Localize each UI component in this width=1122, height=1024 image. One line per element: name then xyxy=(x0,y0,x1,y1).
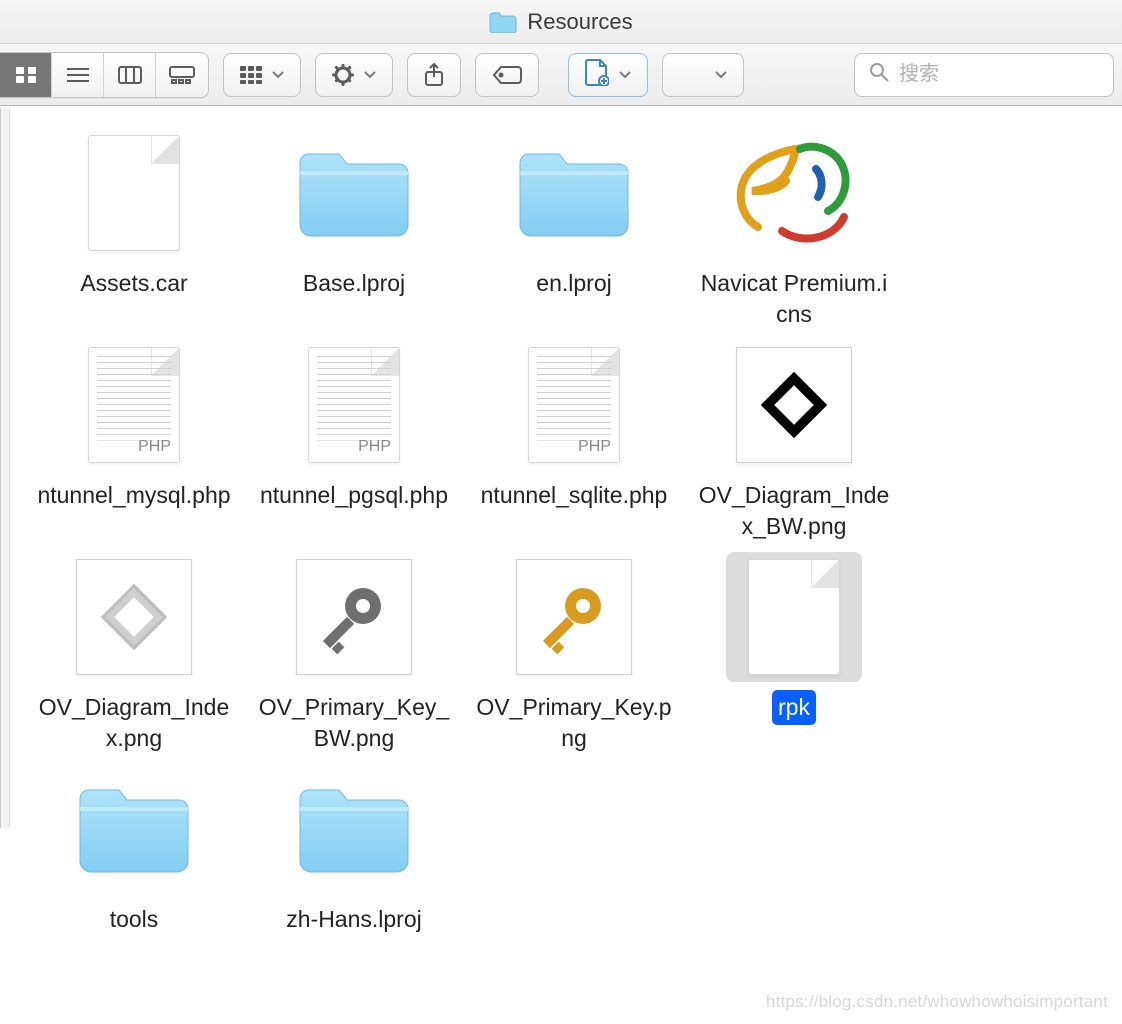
window-titlebar: Resources xyxy=(0,0,1122,44)
image-thumbnail xyxy=(296,559,412,675)
file-item[interactable]: OV_Diagram_Index.png xyxy=(24,552,244,756)
file-icon-box: PHP xyxy=(66,340,202,470)
list-view-button[interactable] xyxy=(52,53,104,97)
arrange-button[interactable] xyxy=(223,53,301,97)
file-label: Navicat Premium.icns xyxy=(689,266,899,332)
file-item[interactable]: en.lproj xyxy=(464,128,684,332)
file-icon-box: PHP xyxy=(286,340,422,470)
file-item[interactable]: Assets.car xyxy=(24,128,244,332)
image-thumbnail xyxy=(516,559,632,675)
file-icon-box xyxy=(286,128,422,258)
file-icon-box: PHP xyxy=(506,340,642,470)
folder-icon xyxy=(294,777,414,882)
file-item[interactable]: OV_Primary_Key_BW.png xyxy=(244,552,464,756)
action-menu-button[interactable] xyxy=(315,53,393,97)
icon-grid: Assets.car Base.lproj en.lproj Navicat P… xyxy=(10,106,1122,1024)
file-label: Base.lproj xyxy=(297,266,411,301)
view-mode-group xyxy=(0,52,209,98)
php-file-icon: PHP xyxy=(308,347,400,463)
generic-file-icon xyxy=(88,135,180,251)
gallery-view-button[interactable] xyxy=(156,53,208,97)
file-label: Assets.car xyxy=(74,266,193,301)
file-label: ntunnel_pgsql.php xyxy=(254,478,454,513)
chevron-down-icon xyxy=(619,66,631,84)
search-input[interactable] xyxy=(899,63,1099,86)
sidebar-handle[interactable] xyxy=(0,108,10,828)
dropdown-button[interactable] xyxy=(662,53,744,97)
new-document-button[interactable] xyxy=(568,53,648,97)
share-button[interactable] xyxy=(407,53,461,97)
file-item[interactable]: PHP ntunnel_pgsql.php xyxy=(244,340,464,544)
file-icon-box xyxy=(66,552,202,682)
file-label: en.lproj xyxy=(530,266,617,301)
icon-view-button[interactable] xyxy=(0,53,52,97)
file-item[interactable]: tools xyxy=(24,764,244,937)
window-title: Resources xyxy=(527,9,632,35)
file-icon-box xyxy=(726,128,862,258)
watermark-text: https://blog.csdn.net/whowhowhoisimporta… xyxy=(766,992,1108,1012)
file-label: zh-Hans.lproj xyxy=(280,902,428,937)
navicat-icon xyxy=(730,135,858,251)
file-icon-box xyxy=(66,128,202,258)
toolbar xyxy=(0,44,1122,106)
image-thumbnail xyxy=(736,347,852,463)
file-icon-box xyxy=(506,552,642,682)
search-icon xyxy=(869,62,889,87)
folder-icon xyxy=(489,11,517,33)
file-icon-box xyxy=(286,552,422,682)
file-item[interactable]: Navicat Premium.icns xyxy=(684,128,904,332)
php-file-icon: PHP xyxy=(88,347,180,463)
file-item[interactable]: rpk xyxy=(684,552,904,756)
file-icon-box xyxy=(506,128,642,258)
file-item[interactable]: OV_Primary_Key.png xyxy=(464,552,684,756)
file-item[interactable]: PHP ntunnel_mysql.php xyxy=(24,340,244,544)
file-icon-box xyxy=(726,552,862,682)
file-label: ntunnel_mysql.php xyxy=(31,478,236,513)
folder-icon xyxy=(514,141,634,246)
folder-icon xyxy=(74,777,194,882)
php-file-icon: PHP xyxy=(528,347,620,463)
file-item[interactable]: PHP ntunnel_sqlite.php xyxy=(464,340,684,544)
tag-button[interactable] xyxy=(475,53,539,97)
file-icon-box xyxy=(66,764,202,894)
chevron-down-icon xyxy=(715,66,727,84)
file-item[interactable]: zh-Hans.lproj xyxy=(244,764,464,937)
file-label: OV_Diagram_Index_BW.png xyxy=(689,478,899,544)
chevron-down-icon xyxy=(272,66,284,84)
document-plus-icon xyxy=(585,58,609,91)
file-icon-box xyxy=(286,764,422,894)
generic-file-icon xyxy=(748,559,840,675)
file-label: OV_Diagram_Index.png xyxy=(29,690,239,756)
file-label: ntunnel_sqlite.php xyxy=(475,478,674,513)
file-item[interactable]: OV_Diagram_Index_BW.png xyxy=(684,340,904,544)
folder-icon xyxy=(294,141,414,246)
image-thumbnail xyxy=(76,559,192,675)
chevron-down-icon xyxy=(364,66,376,84)
file-item[interactable]: Base.lproj xyxy=(244,128,464,332)
file-icon-box xyxy=(726,340,862,470)
column-view-button[interactable] xyxy=(104,53,156,97)
file-label: OV_Primary_Key.png xyxy=(469,690,679,756)
file-label: rpk xyxy=(772,690,816,725)
search-field[interactable] xyxy=(854,53,1114,97)
file-label: tools xyxy=(104,902,165,937)
file-label: OV_Primary_Key_BW.png xyxy=(249,690,459,756)
